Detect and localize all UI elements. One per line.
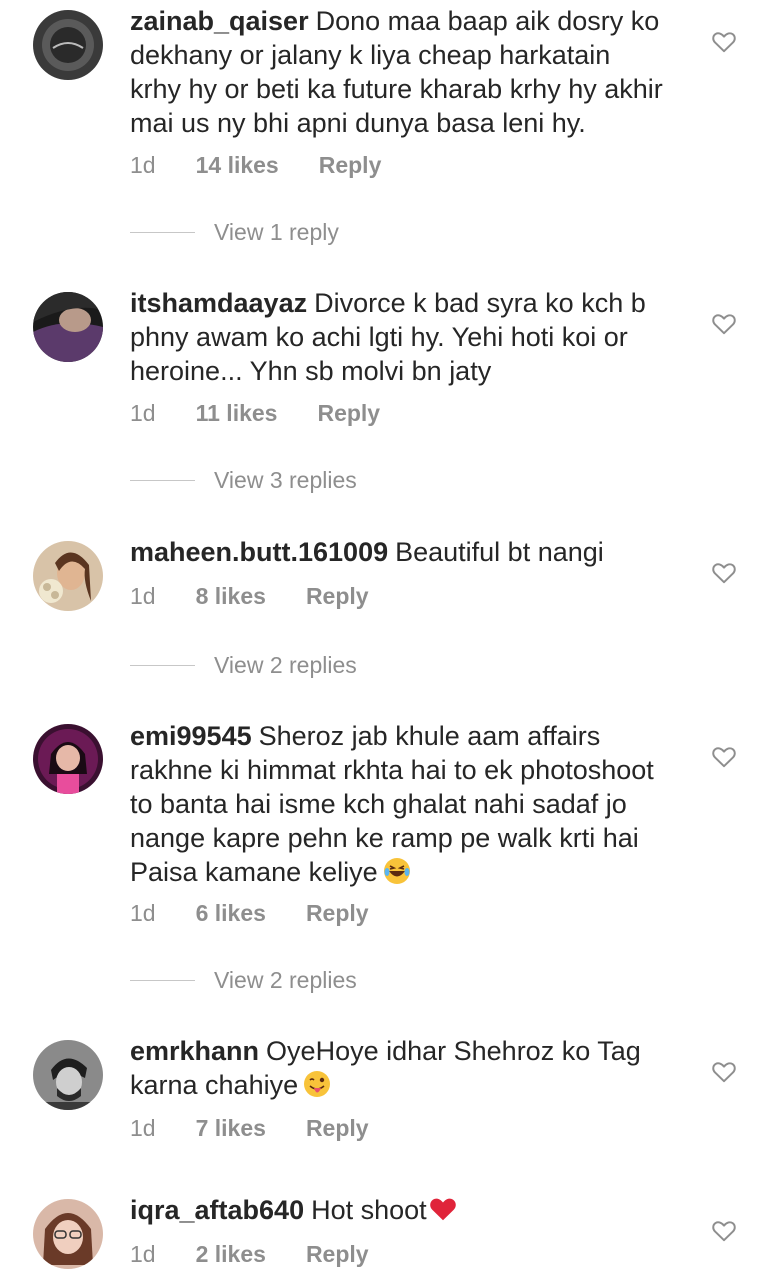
reply-button[interactable]: Reply — [306, 583, 369, 610]
comment-username[interactable]: emrkhann — [130, 1036, 259, 1066]
reply-button[interactable]: Reply — [319, 152, 382, 179]
comment-likes[interactable]: 11 likes — [196, 400, 278, 427]
comment-meta: 1d 8 likes Reply — [130, 583, 369, 610]
comment-likes[interactable]: 8 likes — [196, 583, 266, 610]
view-replies-button[interactable]: View 1 reply — [130, 219, 339, 246]
winking-tongue-emoji-icon — [302, 1069, 332, 1107]
comment-text: iqra_aftab640 Hot shoot — [130, 1193, 690, 1232]
heart-outline-icon[interactable] — [711, 311, 737, 337]
comment-text: zainab_qaiser Dono maa baap aik dosry ko … — [130, 4, 690, 140]
divider — [130, 480, 195, 481]
view-replies-button[interactable]: View 3 replies — [130, 467, 357, 494]
comment-username[interactable]: itshamdaayaz — [130, 288, 307, 318]
divider — [130, 980, 195, 981]
comment-time: 1d — [130, 152, 156, 178]
avatar[interactable] — [33, 541, 103, 611]
comment-body: Beautiful bt nangi — [395, 537, 604, 567]
comment-time: 1d — [130, 900, 156, 926]
view-replies-button[interactable]: View 2 replies — [130, 967, 357, 994]
comment-meta: 1d 2 likes Reply — [130, 1241, 369, 1268]
view-replies-label: View 2 replies — [214, 652, 357, 678]
heart-outline-icon[interactable] — [711, 1218, 737, 1244]
heart-outline-icon[interactable] — [711, 744, 737, 770]
reply-button[interactable]: Reply — [306, 900, 369, 927]
reply-button[interactable]: Reply — [306, 1241, 369, 1268]
comment-likes[interactable]: 6 likes — [196, 900, 266, 927]
comment-text: itshamdaayaz Divorce k bad syra ko kch b … — [130, 286, 690, 388]
comment-likes[interactable]: 14 likes — [196, 152, 279, 179]
view-replies-label: View 2 replies — [214, 967, 357, 993]
comment-body: Hot shoot — [311, 1195, 427, 1225]
avatar[interactable] — [33, 1199, 103, 1269]
comment-meta: 1d 7 likes Reply — [130, 1115, 369, 1142]
comment-likes[interactable]: 2 likes — [196, 1241, 266, 1268]
view-replies-label: View 1 reply — [214, 219, 339, 245]
avatar[interactable] — [33, 724, 103, 794]
divider — [130, 232, 195, 233]
heart-outline-icon[interactable] — [711, 1059, 737, 1085]
comment-meta: 1d 11 likes Reply — [130, 400, 380, 427]
red-heart-emoji-icon — [427, 1194, 459, 1232]
reply-button[interactable]: Reply — [306, 1115, 369, 1142]
comment-username[interactable]: emi99545 — [130, 721, 252, 751]
comment-username[interactable]: iqra_aftab640 — [130, 1195, 304, 1225]
avatar[interactable] — [33, 1040, 103, 1110]
comment-text: emrkhann OyeHoye idhar Shehroz ko Tag kar… — [130, 1034, 690, 1107]
comment-time: 1d — [130, 1241, 156, 1267]
avatar[interactable] — [33, 10, 103, 80]
comment-meta: 1d 14 likes Reply — [130, 152, 381, 179]
comment-time: 1d — [130, 583, 156, 609]
comment-time: 1d — [130, 400, 156, 426]
divider — [130, 665, 195, 666]
heart-outline-icon[interactable] — [711, 29, 737, 55]
avatar[interactable] — [33, 292, 103, 362]
comment-time: 1d — [130, 1115, 156, 1141]
view-replies-button[interactable]: View 2 replies — [130, 652, 357, 679]
comment-username[interactable]: zainab_qaiser — [130, 6, 309, 36]
comment-text: maheen.butt.161009 Beautiful bt nangi — [130, 535, 690, 569]
comment-username[interactable]: maheen.butt.161009 — [130, 537, 388, 567]
view-replies-label: View 3 replies — [214, 467, 357, 493]
laughing-emoji-icon — [382, 856, 412, 894]
reply-button[interactable]: Reply — [317, 400, 380, 427]
comment-likes[interactable]: 7 likes — [196, 1115, 266, 1142]
heart-outline-icon[interactable] — [711, 560, 737, 586]
comment-text: emi99545 Sheroz jab khule aam affairs rak… — [130, 719, 690, 894]
comment-meta: 1d 6 likes Reply — [130, 900, 369, 927]
